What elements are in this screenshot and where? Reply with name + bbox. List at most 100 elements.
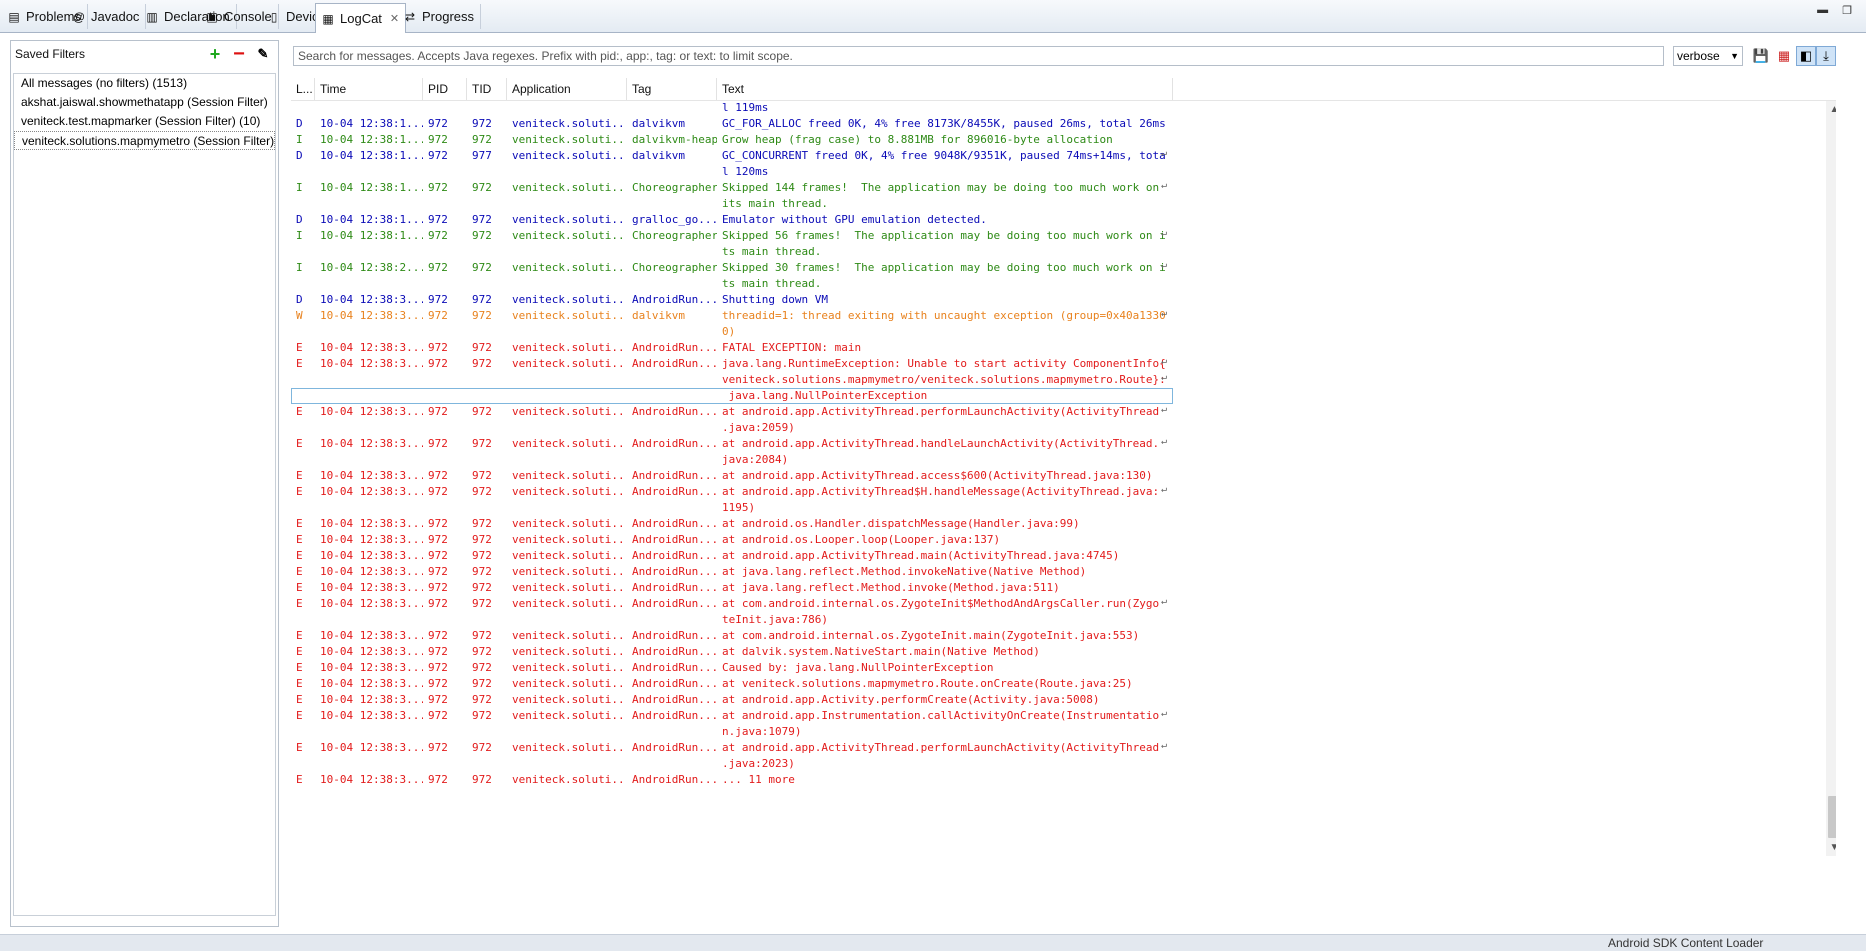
filter-item[interactable]: akshat.jaiswal.showmethatapp (Session Fi… [14, 93, 275, 112]
scrollbar-thumb[interactable] [1828, 796, 1836, 838]
log-row[interactable]: E 10-04 12:38:3... 972 972 veniteck.soluti..… [291, 548, 1836, 564]
log-row[interactable]: I 10-04 12:38:2... 972 972 veniteck.soluti..… [291, 260, 1836, 292]
column-header[interactable]: Application [507, 78, 627, 100]
level-cell: E [296, 693, 303, 706]
log-row[interactable]: E 10-04 12:38:3... 972 972 veniteck.soluti..… [291, 340, 1836, 356]
log-row[interactable]: E 10-04 12:38:3... 972 972 veniteck.soluti..… [291, 564, 1836, 580]
column-header[interactable]: PID [423, 78, 467, 100]
log-row[interactable]: E 10-04 12:38:3... 972 972 veniteck.soluti..… [291, 644, 1836, 660]
pid-cell: 972 [428, 229, 448, 242]
log-row[interactable]: I 10-04 12:38:1... 972 972 veniteck.soluti..… [291, 132, 1836, 148]
log-row[interactable]: E 10-04 12:38:3... 972 972 veniteck.soluti..… [291, 532, 1836, 548]
log-row[interactable]: E 10-04 12:38:3... 972 972 veniteck.soluti..… [291, 708, 1836, 740]
pid-cell: 972 [428, 549, 448, 562]
column-header[interactable]: Tag [627, 78, 717, 100]
tid-cell: 972 [472, 357, 492, 370]
log-row[interactable]: E 10-04 12:38:3... 972 972 veniteck.soluti..… [291, 356, 1836, 404]
tid-cell: 972 [472, 693, 492, 706]
filter-item[interactable]: All messages (no filters) (1513) [14, 74, 275, 93]
log-row[interactable]: E 10-04 12:38:3... 972 972 veniteck.soluti..… [291, 484, 1836, 516]
tab-javadoc[interactable]: @ Javadoc [67, 4, 147, 29]
wrap-icon: ↵ [1160, 180, 1167, 191]
tag-cell: AndroidRun... [632, 677, 717, 690]
log-row[interactable]: E 10-04 12:38:3... 972 972 veniteck.soluti..… [291, 676, 1836, 692]
saved-filters-title: Saved Filters [15, 47, 86, 61]
log-row[interactable]: l 119ms [291, 100, 1836, 116]
pid-cell: 972 [428, 293, 448, 306]
scroll-lock-icon[interactable]: ⤓ [1816, 46, 1836, 66]
tid-cell: 972 [472, 581, 492, 594]
log-rows: l 119ms D 10-04 12:38:1... 972 972 veniteck.s… [291, 100, 1836, 788]
log-row[interactable]: D 10-04 12:38:1... 972 972 veniteck.soluti..… [291, 116, 1836, 132]
text-cell: ... 11 more [722, 773, 795, 786]
time-cell: 10-04 12:38:3... [320, 645, 423, 658]
tag-cell: AndroidRun... [632, 741, 717, 754]
tid-cell: 972 [472, 437, 492, 450]
tag-cell: AndroidRun... [632, 357, 717, 370]
filter-item[interactable]: veniteck.solutions.mapmymetro (Session F… [14, 131, 275, 150]
toggle-filters-icon[interactable]: ◧ [1796, 46, 1816, 66]
tag-cell: AndroidRun... [632, 341, 717, 354]
wrap-icon: ↵ [1160, 484, 1167, 495]
pid-cell: 972 [428, 437, 448, 450]
log-row[interactable]: I 10-04 12:38:1... 972 972 veniteck.soluti..… [291, 228, 1836, 260]
log-row[interactable]: D 10-04 12:38:1... 972 977 veniteck.soluti..… [291, 148, 1836, 180]
log-row[interactable]: W 10-04 12:38:3... 972 972 veniteck.soluti..… [291, 308, 1836, 340]
tag-cell: AndroidRun... [632, 773, 717, 786]
column-header[interactable]: TID [467, 78, 507, 100]
tab-logcat[interactable]: ▦ LogCat ✕ [315, 3, 407, 33]
wrap-icon: ↵ [1160, 708, 1167, 719]
pid-cell: 972 [428, 181, 448, 194]
edit-filter-icon[interactable]: ✎ [254, 45, 272, 63]
tab-progress[interactable]: ⇄ Progress [398, 4, 482, 29]
vertical-scrollbar[interactable]: ▲ ▼ [1826, 101, 1836, 856]
log-row[interactable]: E 10-04 12:38:3... 972 972 veniteck.soluti..… [291, 772, 1836, 788]
saved-filters-panel: Saved Filters + − ✎ All messages (no fil… [10, 40, 279, 927]
log-row[interactable]: E 10-04 12:38:3... 972 972 veniteck.soluti..… [291, 628, 1836, 644]
maximize-icon[interactable]: ❐ [1842, 4, 1852, 17]
log-row[interactable]: E 10-04 12:38:3... 972 972 veniteck.soluti..… [291, 516, 1836, 532]
remove-filter-icon[interactable]: − [230, 43, 248, 65]
phone-icon: ▯ [270, 9, 278, 24]
log-row[interactable]: E 10-04 12:38:3... 972 972 veniteck.soluti..… [291, 468, 1836, 484]
clear-log-icon[interactable]: ▦ [1774, 46, 1794, 66]
log-row[interactable]: E 10-04 12:38:3... 972 972 veniteck.soluti..… [291, 740, 1836, 772]
log-row[interactable]: E 10-04 12:38:3... 972 972 veniteck.soluti..… [291, 660, 1836, 676]
log-row[interactable]: E 10-04 12:38:3... 972 972 veniteck.soluti..… [291, 580, 1836, 596]
log-level-select[interactable]: verbose ▼ [1673, 46, 1743, 66]
log-row[interactable]: E 10-04 12:38:3... 972 972 veniteck.soluti..… [291, 436, 1836, 468]
column-header[interactable]: Text [717, 78, 1173, 100]
filter-item[interactable]: veniteck.test.mapmarker (Session Filter)… [14, 112, 275, 131]
scroll-up-icon[interactable]: ▲ [1826, 101, 1836, 118]
log-level-value: verbose [1677, 49, 1720, 63]
text-cell: at android.app.ActivityThread.main(Activ… [722, 549, 1120, 562]
log-row[interactable]: E 10-04 12:38:3... 972 972 veniteck.soluti..… [291, 596, 1836, 628]
log-row[interactable]: D 10-04 12:38:1... 972 972 veniteck.soluti..… [291, 212, 1836, 228]
tag-cell: AndroidRun... [632, 437, 717, 450]
scroll-down-icon[interactable]: ▼ [1826, 839, 1836, 856]
log-row[interactable]: E 10-04 12:38:3... 972 972 veniteck.soluti..… [291, 404, 1836, 436]
tid-cell: 972 [472, 213, 492, 226]
log-row[interactable]: E 10-04 12:38:3... 972 972 veniteck.soluti..… [291, 692, 1836, 708]
tid-cell: 972 [472, 229, 492, 242]
application-cell: veniteck.soluti... [512, 709, 627, 722]
application-cell: veniteck.soluti... [512, 485, 627, 498]
pid-cell: 972 [428, 533, 448, 546]
text-cell: java.lang.RuntimeException: Unable to st… [722, 357, 1166, 402]
text-cell: at android.app.ActivityThread.handleLaun… [722, 437, 1160, 466]
log-row[interactable]: D 10-04 12:38:3... 972 972 veniteck.soluti..… [291, 292, 1836, 308]
minimize-icon[interactable]: ▬ [1817, 4, 1828, 17]
pid-cell: 972 [428, 629, 448, 642]
save-icon[interactable]: 💾 [1751, 46, 1771, 66]
tid-cell: 977 [472, 149, 492, 162]
table-header: L... Time PID TID Application Tag Text [291, 78, 1836, 101]
level-cell: E [296, 437, 303, 450]
column-header[interactable]: Time [315, 78, 423, 100]
column-header[interactable]: L... [291, 78, 315, 100]
text-cell: GC_CONCURRENT freed 0K, 4% free 9048K/93… [722, 149, 1166, 178]
add-filter-icon[interactable]: + [206, 44, 224, 64]
log-row[interactable]: I 10-04 12:38:1... 972 972 veniteck.soluti..… [291, 180, 1836, 212]
tid-cell: 972 [472, 709, 492, 722]
application-cell: veniteck.soluti... [512, 629, 627, 642]
search-input[interactable] [293, 46, 1664, 66]
